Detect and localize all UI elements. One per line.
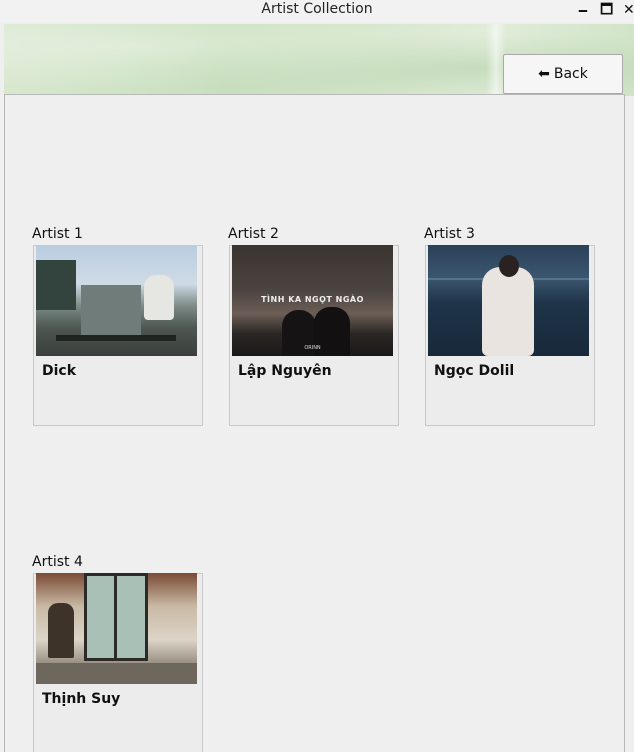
artist-photo-1	[36, 245, 197, 356]
artist-card-1[interactable]: Dick	[33, 245, 203, 426]
artist-card-3[interactable]: Ngọc Dolil	[425, 245, 595, 426]
artist-photo-4	[36, 573, 197, 684]
artist-name-4: Thịnh Suy	[42, 691, 121, 707]
maximize-icon[interactable]: 🗖	[600, 2, 613, 18]
artist-card-2[interactable]: TÌNH KA NGỌT NGÀO ORINN Lập Nguyên	[229, 245, 399, 426]
minimize-icon[interactable]: 🗕	[578, 2, 588, 18]
artist-label-3: Artist 3	[424, 226, 475, 242]
back-button[interactable]: ⬅ Back	[503, 54, 623, 94]
artist-label-2: Artist 2	[228, 226, 279, 242]
window-title: Artist Collection	[261, 1, 373, 17]
artist-name-3: Ngọc Dolil	[434, 363, 515, 379]
artist-label-1: Artist 1	[32, 226, 83, 242]
artist-card-4[interactable]: Thịnh Suy	[33, 573, 203, 752]
artist-name-1: Dick	[42, 363, 77, 379]
artist-label-4: Artist 4	[32, 554, 83, 570]
artist-name-2: Lập Nguyên	[238, 363, 332, 379]
artist-photo-2: TÌNH KA NGỌT NGÀO ORINN	[232, 245, 393, 356]
back-button-label: Back	[553, 66, 588, 82]
artist-photo-3	[428, 245, 589, 356]
arrow-left-icon: ⬅	[538, 66, 550, 82]
album-art-title: TÌNH KA NGỌT NGÀO	[261, 295, 364, 304]
title-bar: Artist Collection 🗕 🗖 ✕	[0, 0, 634, 22]
close-icon[interactable]: ✕	[623, 2, 634, 18]
album-art-subtitle: ORINN	[304, 345, 321, 351]
